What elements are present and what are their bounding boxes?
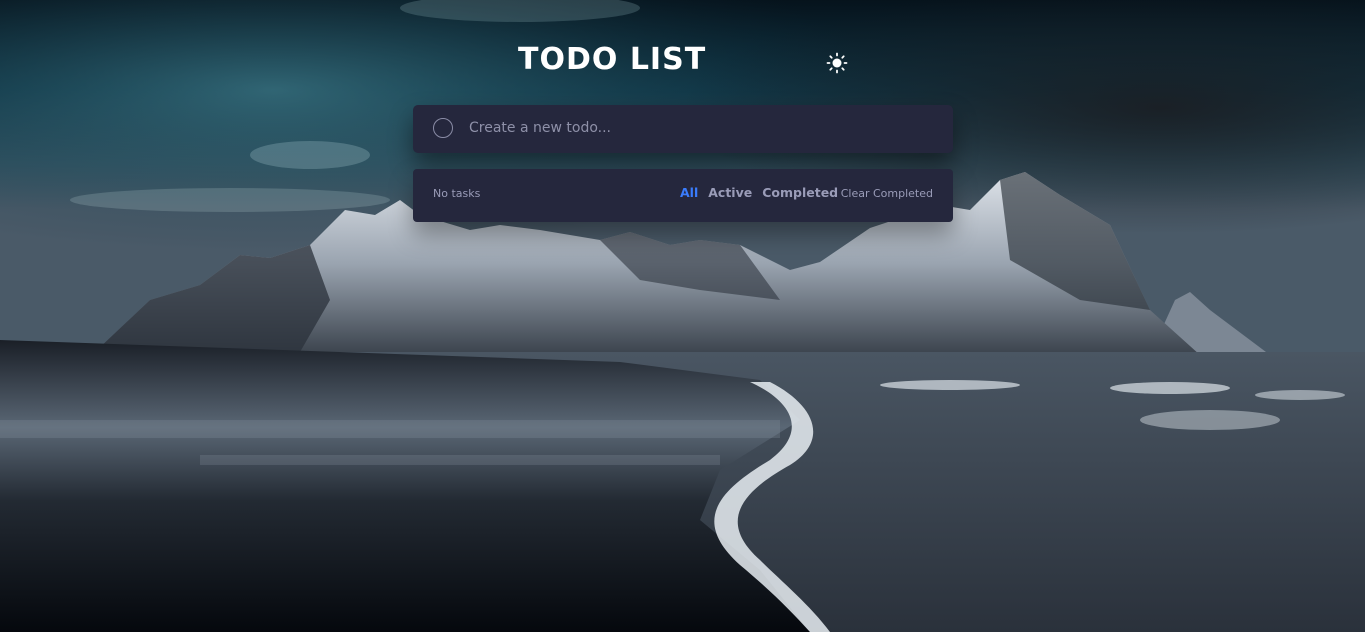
new-todo-checkbox[interactable] <box>433 118 453 138</box>
task-count: No tasks <box>433 187 481 200</box>
sun-icon <box>826 52 848 74</box>
new-todo-input[interactable] <box>469 115 929 141</box>
filter-group: All Active Completed <box>680 185 838 203</box>
filter-all[interactable]: All <box>680 185 698 203</box>
todo-footer: No tasks All Active Completed Clear Comp… <box>413 169 953 222</box>
filter-active[interactable]: Active <box>708 185 752 203</box>
clear-completed-button[interactable]: Clear Completed <box>841 187 933 200</box>
theme-toggle-button[interactable] <box>826 52 848 74</box>
new-todo-bar <box>413 105 953 153</box>
filter-completed[interactable]: Completed <box>762 185 838 203</box>
app-title: TODO LIST <box>518 42 707 77</box>
todo-app: TODO LIST No tasks All Active Completed <box>0 0 1365 632</box>
